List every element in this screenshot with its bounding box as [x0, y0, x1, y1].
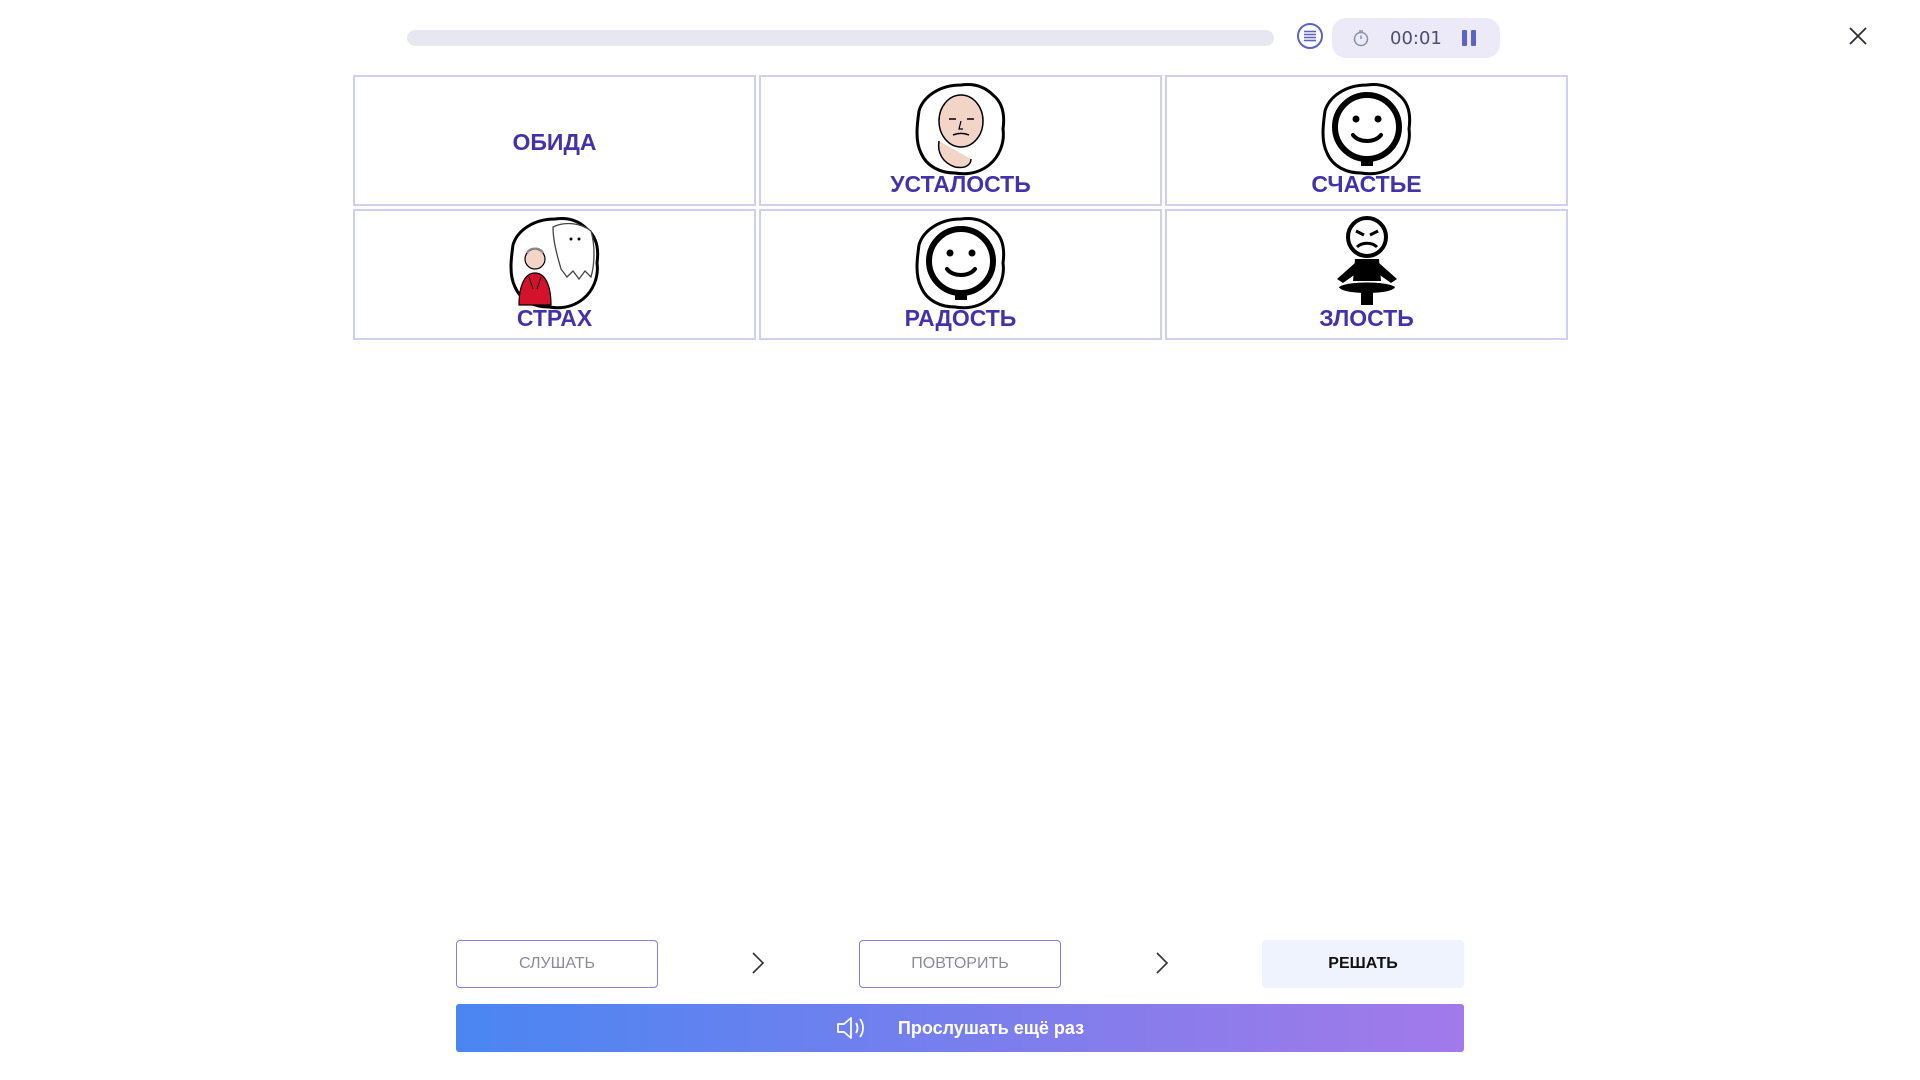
list-icon	[1304, 30, 1316, 42]
chevron-right-icon	[1156, 952, 1169, 974]
clock-icon	[1353, 30, 1369, 47]
listen-again-button[interactable]: Прослушать ещё раз	[456, 1004, 1464, 1052]
card-schastye[interactable]: СЧАСТЬЕ	[1165, 75, 1568, 206]
card-label: УСТАЛОСТЬ	[890, 171, 1031, 197]
card-ustalost[interactable]: УСТАЛОСТЬ	[759, 75, 1162, 206]
card-label: ОБИДА	[512, 129, 597, 155]
card-label: ЗЛОСТЬ	[1319, 305, 1414, 331]
progress-bar	[407, 30, 1274, 46]
tired-face-icon	[915, 83, 1005, 176]
smile-face-icon	[1321, 83, 1411, 176]
stage-listen-button[interactable]: СЛУШАТЬ	[456, 940, 658, 988]
card-label: СЧАСТЬЕ	[1311, 171, 1422, 197]
fear-ghost-icon	[509, 217, 599, 310]
list-button[interactable]	[1297, 23, 1323, 49]
speaker-icon	[837, 1017, 864, 1039]
card-zlost[interactable]: ЗЛОСТЬ	[1165, 209, 1568, 340]
card-obida[interactable]: ОБИДА	[353, 75, 756, 206]
timer-value: 00:01	[1390, 28, 1442, 49]
timer: 00:01	[1332, 18, 1500, 58]
card-strakh[interactable]: СТРАХ	[353, 209, 756, 340]
card-label: СТРАХ	[516, 305, 593, 331]
card-radost[interactable]: РАДОСТЬ	[759, 209, 1162, 340]
close-icon[interactable]	[1846, 24, 1870, 48]
pause-icon[interactable]	[1459, 28, 1479, 48]
stage-solve-button[interactable]: РЕШАТЬ	[1262, 940, 1464, 988]
card-label: РАДОСТЬ	[904, 305, 1017, 331]
smile-face-icon	[915, 217, 1005, 310]
top-bar: 00:01	[0, 0, 1920, 76]
listen-again-label: Прослушать ещё раз	[897, 1017, 1085, 1038]
angry-figure-icon	[1336, 216, 1397, 305]
stage-repeat-button[interactable]: ПОВТОРИТЬ	[859, 940, 1061, 988]
chevron-right-icon	[752, 952, 765, 974]
answer-grid: ОБИДА УСТАЛОСТЬ СЧАСТЬЕ СТРАХ РАДОСТЬ ЗЛ…	[353, 75, 1568, 342]
